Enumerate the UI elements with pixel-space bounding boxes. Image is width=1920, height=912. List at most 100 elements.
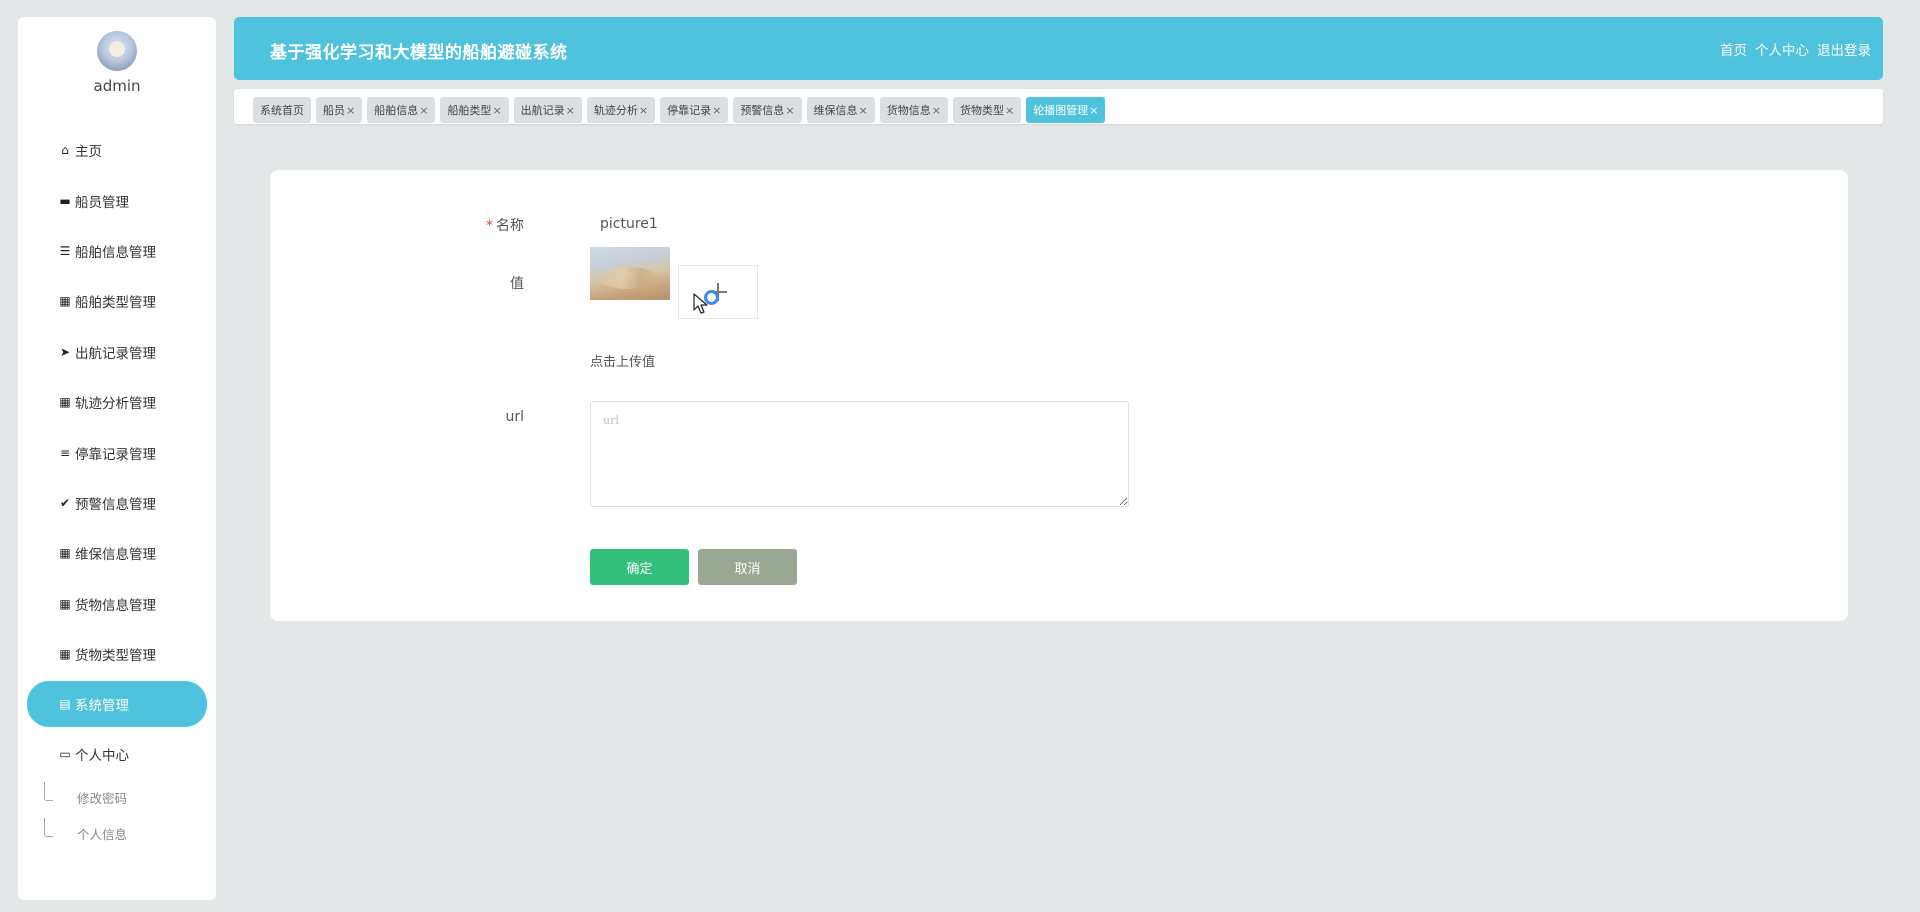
sidebar-item-11[interactable]: ▤ 系统管理 [27, 681, 207, 728]
close-icon[interactable]: × [859, 104, 868, 117]
tree-branch-icon [44, 817, 53, 837]
tab-3[interactable]: 船舶类型 × [440, 97, 509, 123]
upload-button[interactable] [678, 265, 758, 319]
home-icon: ⌂ [61, 143, 69, 158]
user-profile: admin [18, 31, 216, 95]
list-icon: ≡ [59, 445, 71, 460]
close-icon[interactable]: × [932, 104, 941, 117]
sidebar-item-label: 预警信息管理 [75, 496, 156, 513]
tab-label: 船舶信息 [374, 104, 419, 117]
tab-label: 货物信息 [886, 104, 931, 117]
tab-8[interactable]: 维保信息 × [806, 97, 875, 123]
tab-label: 船舶类型 [447, 104, 492, 117]
upload-hint: 点击上传值 [590, 355, 656, 370]
header-links: 首页 个人中心 退出登录 [1720, 39, 1871, 59]
sidebar-item-0[interactable]: ⌂ 主页 [18, 125, 216, 175]
tab-label: 货物类型 [959, 104, 1004, 117]
confirm-button[interactable]: 确定 [590, 549, 689, 585]
tab-2[interactable]: 船舶信息 × [367, 97, 436, 123]
sidebar-item-label: 船员管理 [75, 194, 129, 211]
top-header: 基于强化学习和大模型的船舶避碰系统 首页 个人中心 退出登录 [234, 17, 1883, 80]
uploaded-image-thumbnail[interactable] [590, 247, 670, 300]
tab-9[interactable]: 货物信息 × [879, 97, 948, 123]
grid-icon: ▦ [59, 546, 71, 561]
tab-label: 轨迹分析 [593, 104, 638, 117]
sliders-icon: ☰ [59, 243, 71, 258]
sidebar-subitem-0[interactable]: 修改密码 [18, 780, 216, 816]
cancel-button[interactable]: 取消 [698, 549, 797, 585]
close-icon[interactable]: × [639, 104, 648, 117]
sidebar-item-6[interactable]: ≡ 停靠记录管理 [18, 427, 216, 477]
sidebar-item-label: 系统管理 [75, 698, 129, 715]
sidebar-item-4[interactable]: ➤ 出航记录管理 [18, 327, 216, 377]
grid-icon: ▦ [59, 395, 71, 410]
sidebar-item-1[interactable]: ▬ 船员管理 [18, 175, 216, 225]
tabs-bar: 系统首页 船员 × 船舶信息 × 船舶类型 × 出航记录 × 轨迹分析 × 停靠记录 × 预警信息 × 维保信… [234, 89, 1883, 124]
sidebar-item-label: 轨迹分析管理 [75, 396, 156, 413]
sidebar-item-label: 维保信息管理 [75, 547, 156, 564]
tab-label: 轮播图管理 [1033, 104, 1089, 117]
username: admin [93, 77, 141, 95]
url-label: url [505, 409, 524, 425]
close-icon[interactable]: × [419, 104, 428, 117]
grid-icon: ▦ [59, 596, 71, 611]
tab-0[interactable]: 系统首页 [253, 97, 311, 123]
tab-1[interactable]: 船员 × [316, 97, 363, 123]
app-title: 基于强化学习和大模型的船舶避碰系统 [270, 43, 568, 63]
close-icon[interactable]: × [1005, 104, 1014, 117]
sidebar-item-label: 货物信息管理 [75, 597, 156, 614]
tree-branch-icon [44, 781, 53, 801]
edit-form-card: *名称 picture1 值 点击上传值 url 确定 取消 [270, 170, 1848, 621]
paper-plane-icon: ➤ [59, 344, 71, 359]
header-link-profile[interactable]: 个人中心 [1755, 39, 1809, 59]
sidebar-item-5[interactable]: ▦ 轨迹分析管理 [18, 377, 216, 427]
tab-11[interactable]: 轮播图管理 × [1026, 97, 1106, 123]
sidebar-item-label: 主页 [75, 144, 102, 161]
value-label: 值 [510, 276, 524, 292]
tab-5[interactable]: 轨迹分析 × [586, 97, 656, 123]
close-icon[interactable]: × [566, 104, 575, 117]
grid-icon: ▦ [59, 294, 71, 309]
close-icon[interactable]: × [785, 104, 794, 117]
tab-6[interactable]: 停靠记录 × [660, 97, 729, 123]
sidebar-item-3[interactable]: ▦ 船舶类型管理 [18, 276, 216, 326]
grid-icon: ▦ [59, 647, 71, 662]
sidebar: admin ⌂ 主页 ▬ 船员管理 ☰ 船舶信息管理 ▦ 船舶类型管理 ➤ 出航记录管理 ▦ 轨迹分析… [18, 17, 216, 900]
monitor-icon: ▬ [59, 193, 71, 208]
url-textarea[interactable] [590, 401, 1129, 507]
sidebar-subitem-label: 个人信息 [77, 827, 128, 843]
sidebar-item-8[interactable]: ▦ 维保信息管理 [18, 528, 216, 578]
sidebar-item-label: 出航记录管理 [75, 345, 156, 362]
tab-10[interactable]: 货物类型 × [952, 97, 1022, 123]
sidebar-item-7[interactable]: ✔ 预警信息管理 [18, 478, 216, 528]
tab-4[interactable]: 出航记录 × [513, 97, 582, 123]
wallet-icon: ▭ [59, 747, 71, 762]
sidebar-item-label: 船舶信息管理 [75, 244, 156, 261]
header-link-home[interactable]: 首页 [1720, 39, 1747, 59]
required-mark: * [486, 218, 493, 234]
tab-label: 系统首页 [260, 104, 304, 117]
close-icon[interactable]: × [346, 104, 355, 117]
sidebar-menu: ⌂ 主页 ▬ 船员管理 ☰ 船舶信息管理 ▦ 船舶类型管理 ➤ 出航记录管理 ▦ 轨迹分析管理 ≡ 停靠记… [18, 125, 216, 852]
sidebar-item-label: 船舶类型管理 [75, 295, 156, 312]
sidebar-subitem-label: 修改密码 [77, 791, 128, 807]
personal-center-submenu: 修改密码 个人信息 [18, 780, 216, 852]
sidebar-item-10[interactable]: ▦ 货物类型管理 [18, 629, 216, 679]
tab-7[interactable]: 预警信息 × [733, 97, 802, 123]
sidebar-item-9[interactable]: ▦ 货物信息管理 [18, 579, 216, 629]
sidebar-item-label: 个人中心 [75, 748, 129, 765]
close-icon[interactable]: × [492, 104, 501, 117]
close-icon[interactable]: × [1089, 104, 1098, 117]
sidebar-item-label: 货物类型管理 [75, 648, 156, 665]
sidebar-subitem-1[interactable]: 个人信息 [18, 816, 216, 852]
clipboard-check-icon: ✔ [59, 495, 71, 510]
name-field[interactable]: picture1 [600, 216, 658, 232]
sidebar-item-12[interactable]: ▭ 个人中心 [18, 729, 216, 779]
tab-label: 船员 [323, 104, 345, 117]
close-icon[interactable]: × [712, 104, 721, 117]
avatar[interactable] [97, 31, 137, 71]
sidebar-item-2[interactable]: ☰ 船舶信息管理 [18, 226, 216, 276]
header-link-logout[interactable]: 退出登录 [1817, 39, 1871, 59]
tab-label: 出航记录 [520, 104, 565, 117]
sidebar-item-label: 停靠记录管理 [75, 446, 156, 463]
